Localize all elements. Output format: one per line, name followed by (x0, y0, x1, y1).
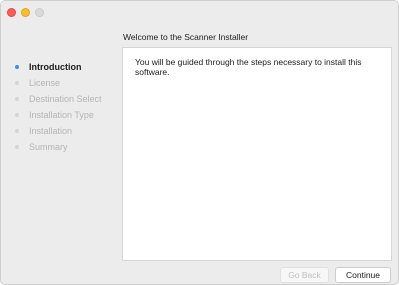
step-bullet-icon (15, 113, 19, 117)
intro-text: You will be guided through the steps nec… (135, 57, 362, 77)
installer-window: Welcome to the Scanner Installer Introdu… (0, 0, 399, 285)
sidebar-step-label: Summary (29, 142, 68, 152)
go-back-button[interactable]: Go Back (280, 267, 329, 283)
steps-sidebar: Introduction License Destination Select … (1, 23, 121, 263)
sidebar-step-destination-select: Destination Select (9, 92, 121, 106)
sidebar-step-label: License (29, 78, 61, 88)
title-bar[interactable] (1, 1, 398, 23)
sidebar-step-license: License (9, 76, 121, 90)
sidebar-step-introduction: Introduction (9, 60, 121, 74)
sidebar-step-label: Introduction (29, 62, 82, 72)
sidebar-step-label: Installation (29, 126, 73, 136)
content-panel[interactable]: You will be guided through the steps nec… (122, 47, 392, 261)
step-bullet-icon (15, 129, 19, 133)
step-bullet-icon (15, 81, 19, 85)
close-icon[interactable] (7, 8, 16, 17)
sidebar-step-label: Destination Select (29, 94, 102, 104)
continue-button[interactable]: Continue (335, 267, 391, 283)
page-title: Welcome to the Scanner Installer (123, 32, 249, 42)
step-bullet-icon (15, 145, 19, 149)
step-bullet-icon (15, 65, 19, 69)
step-bullet-icon (15, 97, 19, 101)
zoom-icon[interactable] (35, 8, 44, 17)
sidebar-step-installation: Installation (9, 124, 121, 138)
sidebar-step-installation-type: Installation Type (9, 108, 121, 122)
sidebar-step-summary: Summary (9, 140, 121, 154)
minimize-icon[interactable] (21, 8, 30, 17)
sidebar-step-label: Installation Type (29, 110, 94, 120)
